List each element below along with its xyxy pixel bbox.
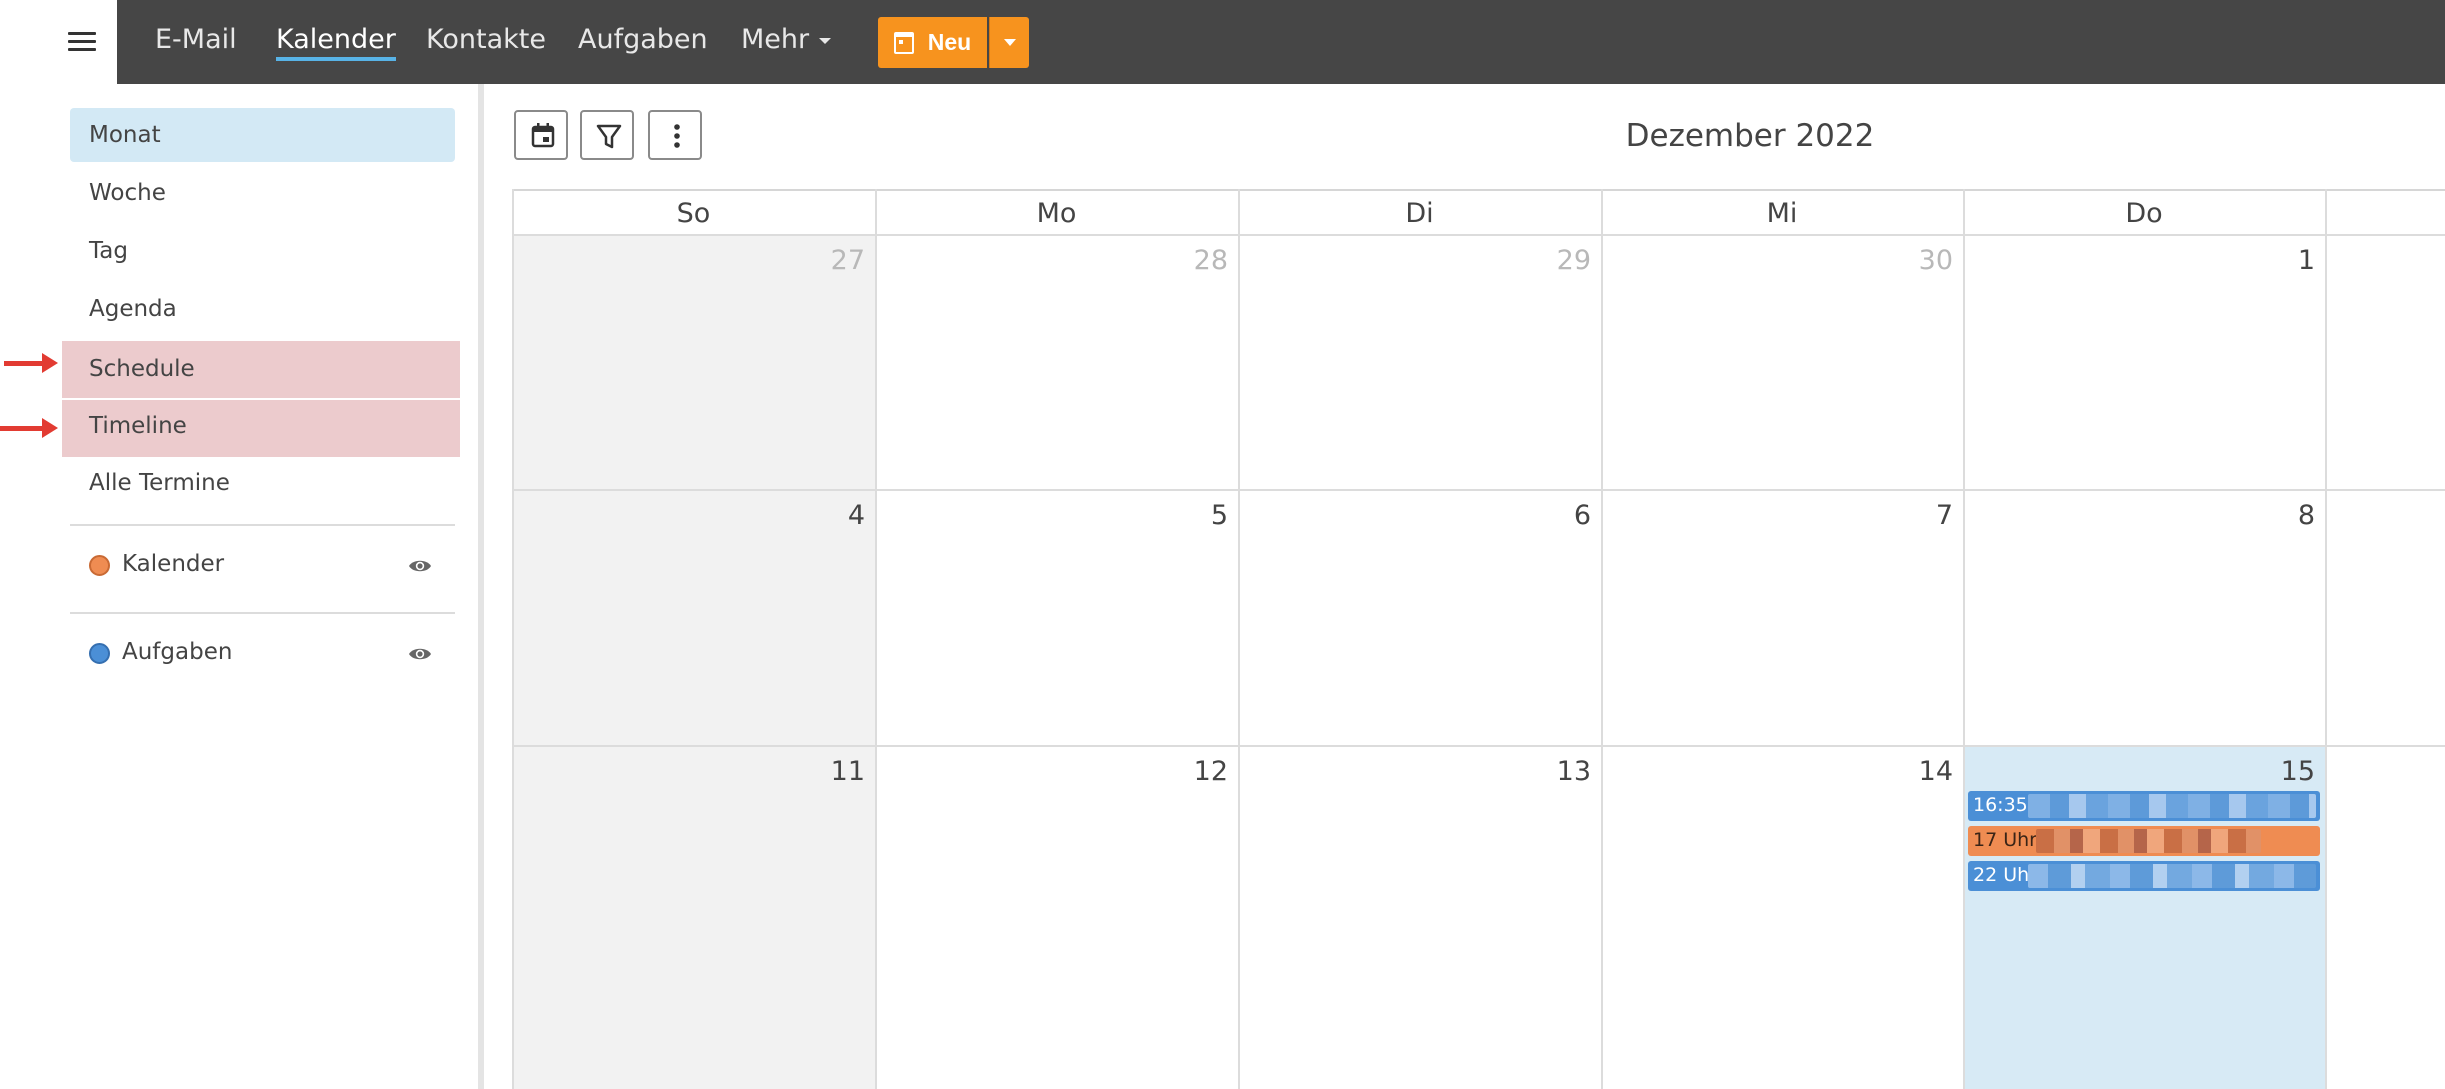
redacted-event-title bbox=[2028, 794, 2316, 818]
day-cell[interactable]: 28 bbox=[875, 235, 1238, 490]
calendar-icon bbox=[893, 31, 914, 54]
day-cell[interactable]: 4 bbox=[512, 490, 875, 746]
weekday-header: So bbox=[512, 189, 875, 235]
weekday-header: Di bbox=[1238, 189, 1601, 235]
day-number: 30 bbox=[1918, 245, 1953, 276]
view-item-alle-termine[interactable]: Alle Termine bbox=[70, 456, 455, 510]
day-cell[interactable]: 30 bbox=[1601, 235, 1963, 490]
filter-button[interactable] bbox=[580, 110, 634, 160]
day-cell[interactable]: 7 bbox=[1601, 490, 1963, 746]
eye-icon[interactable] bbox=[408, 646, 432, 662]
view-item-timeline[interactable]: Timeline bbox=[62, 400, 460, 457]
day-cell[interactable]: 13 bbox=[1238, 746, 1601, 1089]
redacted-event-title bbox=[2028, 864, 2316, 888]
day-number: 14 bbox=[1918, 756, 1953, 787]
day-number: 11 bbox=[830, 756, 865, 787]
calendar-entry-aufgaben[interactable]: Aufgaben bbox=[70, 630, 455, 680]
weekday-header: Mi bbox=[1601, 189, 1963, 235]
grid-line bbox=[875, 189, 877, 1089]
day-number: 5 bbox=[1210, 500, 1228, 531]
weekday-header: Do bbox=[1963, 189, 2325, 235]
day-cell[interactable]: 6 bbox=[1238, 490, 1601, 746]
calendar-color-dot bbox=[89, 643, 110, 664]
day-cell[interactable]: 5 bbox=[875, 490, 1238, 746]
day-number: 12 bbox=[1193, 756, 1228, 787]
calendar-event[interactable]: 22 Uhr bbox=[1968, 861, 2320, 891]
day-number: 29 bbox=[1556, 245, 1591, 276]
nav-item-kontakte[interactable]: Kontakte bbox=[426, 24, 546, 55]
day-cell[interactable]: 8 bbox=[1963, 490, 2325, 746]
day-number: 1 bbox=[2297, 245, 2315, 276]
more-vertical-icon bbox=[674, 124, 680, 148]
event-time: 17 Uhr bbox=[1973, 829, 2037, 851]
day-number: 4 bbox=[847, 500, 865, 531]
view-item-schedule[interactable]: Schedule bbox=[62, 341, 460, 398]
view-item-monat[interactable]: Monat bbox=[70, 108, 455, 162]
calendar-event[interactable]: 16:35 bbox=[1968, 791, 2320, 821]
sidebar-separator bbox=[70, 524, 455, 526]
new-button-label: Neu bbox=[927, 29, 972, 55]
day-cell[interactable]: 1 bbox=[1963, 235, 2325, 490]
grid-line bbox=[512, 745, 2445, 747]
day-number: 6 bbox=[1573, 500, 1591, 531]
grid-line bbox=[512, 489, 2445, 491]
calendar-icon bbox=[531, 123, 555, 148]
nav-item-mehr-label: Mehr bbox=[741, 24, 810, 55]
nav-item-kalender[interactable]: Kalender bbox=[276, 24, 396, 61]
annotation-arrow bbox=[0, 418, 58, 438]
nav-item-mehr[interactable]: Mehr bbox=[741, 24, 832, 55]
more-options-button[interactable] bbox=[648, 110, 702, 160]
day-number: 27 bbox=[830, 245, 865, 276]
calendar-color-dot bbox=[89, 555, 110, 576]
new-dropdown-toggle[interactable] bbox=[989, 17, 1029, 68]
day-number: 13 bbox=[1556, 756, 1591, 787]
weekday-header: Mo bbox=[875, 189, 1238, 235]
event-time: 16:35 bbox=[1973, 794, 2028, 816]
weekday-header bbox=[2325, 189, 2445, 235]
new-button[interactable]: Neu bbox=[878, 17, 987, 68]
filter-icon bbox=[596, 124, 622, 149]
day-cell[interactable]: 11 bbox=[512, 746, 875, 1089]
eye-icon[interactable] bbox=[408, 558, 432, 574]
nav-item-email[interactable]: E-Mail bbox=[155, 24, 237, 55]
day-cell-today[interactable]: 15 16:35 17 Uhr 22 Uhr bbox=[1963, 746, 2325, 1089]
day-number: 15 bbox=[2280, 756, 2315, 787]
day-number: 28 bbox=[1193, 245, 1228, 276]
date-picker-button[interactable] bbox=[514, 110, 568, 160]
chevron-down-icon bbox=[819, 37, 832, 44]
sidebar-divider[interactable] bbox=[478, 84, 484, 1089]
day-number: 8 bbox=[2297, 500, 2315, 531]
day-cell[interactable]: 29 bbox=[1238, 235, 1601, 490]
day-cell[interactable]: 14 bbox=[1601, 746, 1963, 1089]
calendar-entry-label: Kalender bbox=[122, 551, 225, 577]
day-number: 7 bbox=[1935, 500, 1953, 531]
grid-line bbox=[1963, 189, 1965, 1089]
top-navigation-bar: E-Mail Kalender Kontakte Aufgaben Mehr N… bbox=[0, 0, 2445, 84]
hamburger-menu-icon[interactable] bbox=[0, 0, 117, 84]
day-cell[interactable]: 12 bbox=[875, 746, 1238, 1089]
month-grid: So Mo Di Mi Do 27 28 29 30 1 4 5 6 7 8 1… bbox=[512, 189, 2445, 1089]
view-item-tag[interactable]: Tag bbox=[70, 224, 455, 278]
view-item-agenda[interactable]: Agenda bbox=[70, 282, 455, 336]
sidebar-separator bbox=[70, 612, 455, 614]
grid-line bbox=[512, 189, 514, 1089]
nav-item-aufgaben[interactable]: Aufgaben bbox=[578, 24, 708, 55]
view-item-woche[interactable]: Woche bbox=[70, 166, 455, 220]
redacted-event-title bbox=[2036, 829, 2261, 853]
grid-line bbox=[1238, 189, 1240, 1089]
annotation-arrow bbox=[4, 353, 58, 373]
grid-line bbox=[512, 234, 2445, 236]
grid-line bbox=[2325, 189, 2327, 1089]
calendar-event[interactable]: 17 Uhr bbox=[1968, 826, 2320, 856]
day-cell[interactable]: 27 bbox=[512, 235, 875, 490]
calendar-entry-kalender[interactable]: Kalender bbox=[70, 542, 455, 592]
grid-line bbox=[1601, 189, 1603, 1089]
calendar-entry-label: Aufgaben bbox=[122, 639, 233, 665]
month-title: Dezember 2022 bbox=[1625, 118, 1875, 154]
